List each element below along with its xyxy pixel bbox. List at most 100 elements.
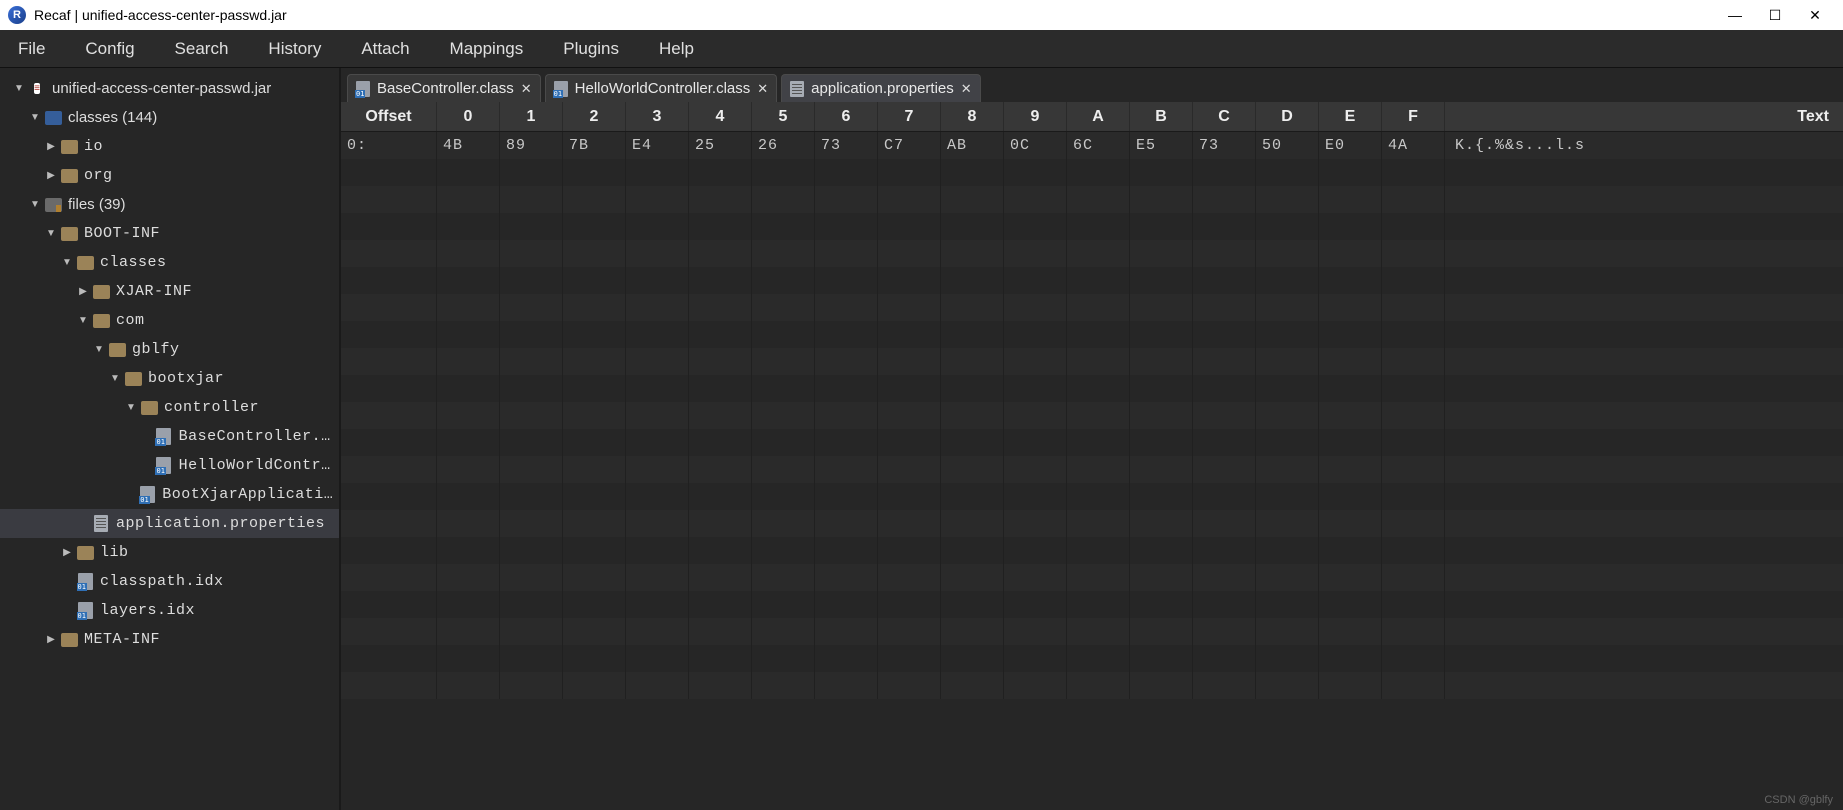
folder-tan-icon — [60, 138, 78, 156]
folder-tan-icon — [76, 254, 94, 272]
file-bin-icon — [155, 457, 172, 475]
chevron-right-icon[interactable]: ▶ — [44, 141, 58, 152]
menu-item-plugins[interactable]: Plugins — [563, 39, 619, 59]
hex-byte: 25 — [689, 132, 752, 159]
tree-label: com — [116, 312, 145, 329]
tab[interactable]: application.properties✕ — [781, 74, 981, 102]
hex-header: Offset0123456789ABCDEFText — [341, 102, 1843, 132]
chevron-down-icon[interactable]: ▼ — [28, 199, 42, 210]
tree-label: lib — [100, 544, 129, 561]
hex-col-byte: E — [1319, 102, 1382, 131]
hex-col-byte: 9 — [1004, 102, 1067, 131]
hex-byte: E0 — [1319, 132, 1382, 159]
hex-byte: 26 — [752, 132, 815, 159]
hex-row-empty — [341, 240, 1843, 267]
hex-row-empty — [341, 294, 1843, 321]
tree-row[interactable]: classpath.idx — [0, 567, 339, 596]
menu-item-attach[interactable]: Attach — [361, 39, 409, 59]
tab[interactable]: BaseController.class✕ — [347, 74, 541, 102]
hex-row-empty — [341, 672, 1843, 699]
tree-row[interactable]: ▼≡unified-access-center-passwd.jar — [0, 74, 339, 103]
hex-text: K.{.%&s...l.s — [1445, 132, 1843, 159]
tree-row[interactable]: layers.idx — [0, 596, 339, 625]
folder-grey-icon — [44, 196, 62, 214]
tree-row[interactable]: ▶ org — [0, 161, 339, 190]
hex-byte: 4B — [437, 132, 500, 159]
titlebar: R Recaf | unified-access-center-passwd.j… — [0, 0, 1843, 30]
hex-col-byte: F — [1382, 102, 1445, 131]
file-plain-icon — [790, 81, 804, 97]
chevron-down-icon[interactable]: ▼ — [92, 344, 106, 355]
tree-row[interactable]: ▼ gblfy — [0, 335, 339, 364]
menu-item-history[interactable]: History — [268, 39, 321, 59]
menu-item-search[interactable]: Search — [175, 39, 229, 59]
menu-item-config[interactable]: Config — [85, 39, 134, 59]
chevron-down-icon[interactable]: ▼ — [108, 373, 122, 384]
chevron-down-icon[interactable]: ▼ — [76, 315, 90, 326]
tree-row[interactable]: ▶io — [0, 132, 339, 161]
hex-row-empty — [341, 213, 1843, 240]
maximize-button[interactable]: ☐ — [1755, 7, 1795, 24]
tree-row[interactable]: ▼controller — [0, 393, 339, 422]
menu-item-file[interactable]: File — [18, 39, 45, 59]
close-button[interactable]: ✕ — [1795, 7, 1835, 24]
tree-row[interactable]: HelloWorldControl — [0, 451, 339, 480]
folder-tan-icon — [92, 283, 110, 301]
tree-row[interactable]: ▼bootxjar — [0, 364, 339, 393]
close-icon[interactable]: ✕ — [961, 81, 972, 97]
tree-label: classes — [100, 254, 167, 271]
chevron-down-icon[interactable]: ▼ — [44, 228, 58, 239]
tree-row[interactable]: ▼ files (39) — [0, 190, 339, 219]
tree-label: org — [84, 167, 113, 184]
tree-row[interactable]: ▼classes (144) — [0, 103, 339, 132]
watermark: CSDN @gblfy — [1764, 794, 1833, 806]
chevron-right-icon[interactable]: ▶ — [44, 170, 58, 181]
close-icon[interactable]: ✕ — [757, 81, 768, 97]
hex-row-empty — [341, 159, 1843, 186]
menubar: File Config Search History Attach Mappings Plu… — [0, 30, 1843, 68]
hex-row-empty — [341, 402, 1843, 429]
tree-label: gblfy — [132, 341, 180, 358]
jar-icon: ≡ — [28, 80, 46, 98]
tree-row[interactable]: ▼BOOT-INF — [0, 219, 339, 248]
sidebar-tree[interactable]: ▼≡unified-access-center-passwd.jar▼class… — [0, 68, 341, 810]
hex-row[interactable]: 0:4B897BE4252673C7AB0C6CE57350E04AK.{.%&… — [341, 132, 1843, 159]
chevron-down-icon[interactable]: ▼ — [124, 402, 138, 413]
tree-row[interactable]: application.properties — [0, 509, 339, 538]
tree-row[interactable]: ▶ META-INF — [0, 625, 339, 654]
tree-row[interactable]: ▶ lib — [0, 538, 339, 567]
hex-byte: 0C — [1004, 132, 1067, 159]
minimize-button[interactable]: — — [1715, 7, 1755, 23]
chevron-right-icon[interactable]: ▶ — [60, 547, 74, 558]
chevron-right-icon[interactable]: ▶ — [44, 634, 58, 645]
close-icon[interactable]: ✕ — [521, 81, 532, 97]
menu-item-help[interactable]: Help — [659, 39, 694, 59]
hex-col-byte: 6 — [815, 102, 878, 131]
hex-col-byte: D — [1256, 102, 1319, 131]
menu-item-mappings[interactable]: Mappings — [450, 39, 524, 59]
tree-row[interactable]: BootXjarApplication — [0, 480, 339, 509]
folder-tan-icon — [60, 225, 78, 243]
hex-viewer[interactable]: Offset0123456789ABCDEFText 0:4B897BE4252… — [341, 102, 1843, 810]
hex-row-empty — [341, 375, 1843, 402]
folder-tan-icon — [92, 312, 110, 330]
chevron-down-icon[interactable]: ▼ — [60, 257, 74, 268]
hex-col-byte: 1 — [500, 102, 563, 131]
chevron-down-icon[interactable]: ▼ — [28, 112, 42, 123]
chevron-down-icon[interactable]: ▼ — [12, 83, 26, 94]
tree-row[interactable]: BaseController.cl — [0, 422, 339, 451]
hex-row-empty — [341, 645, 1843, 672]
tab[interactable]: HelloWorldController.class✕ — [545, 74, 778, 102]
window-title: Recaf | unified-access-center-passwd.jar — [34, 7, 287, 23]
hex-byte: C7 — [878, 132, 941, 159]
hex-col-byte: 3 — [626, 102, 689, 131]
tree-row[interactable]: ▶XJAR-INF — [0, 277, 339, 306]
hex-row-empty — [341, 537, 1843, 564]
chevron-right-icon[interactable]: ▶ — [76, 286, 90, 297]
tree-row[interactable]: ▼ classes — [0, 248, 339, 277]
app-icon: R — [8, 6, 26, 24]
tree-label: files (39) — [68, 196, 126, 213]
hex-byte: 6C — [1067, 132, 1130, 159]
tree-row[interactable]: ▼ com — [0, 306, 339, 335]
tree-label: META-INF — [84, 631, 160, 648]
